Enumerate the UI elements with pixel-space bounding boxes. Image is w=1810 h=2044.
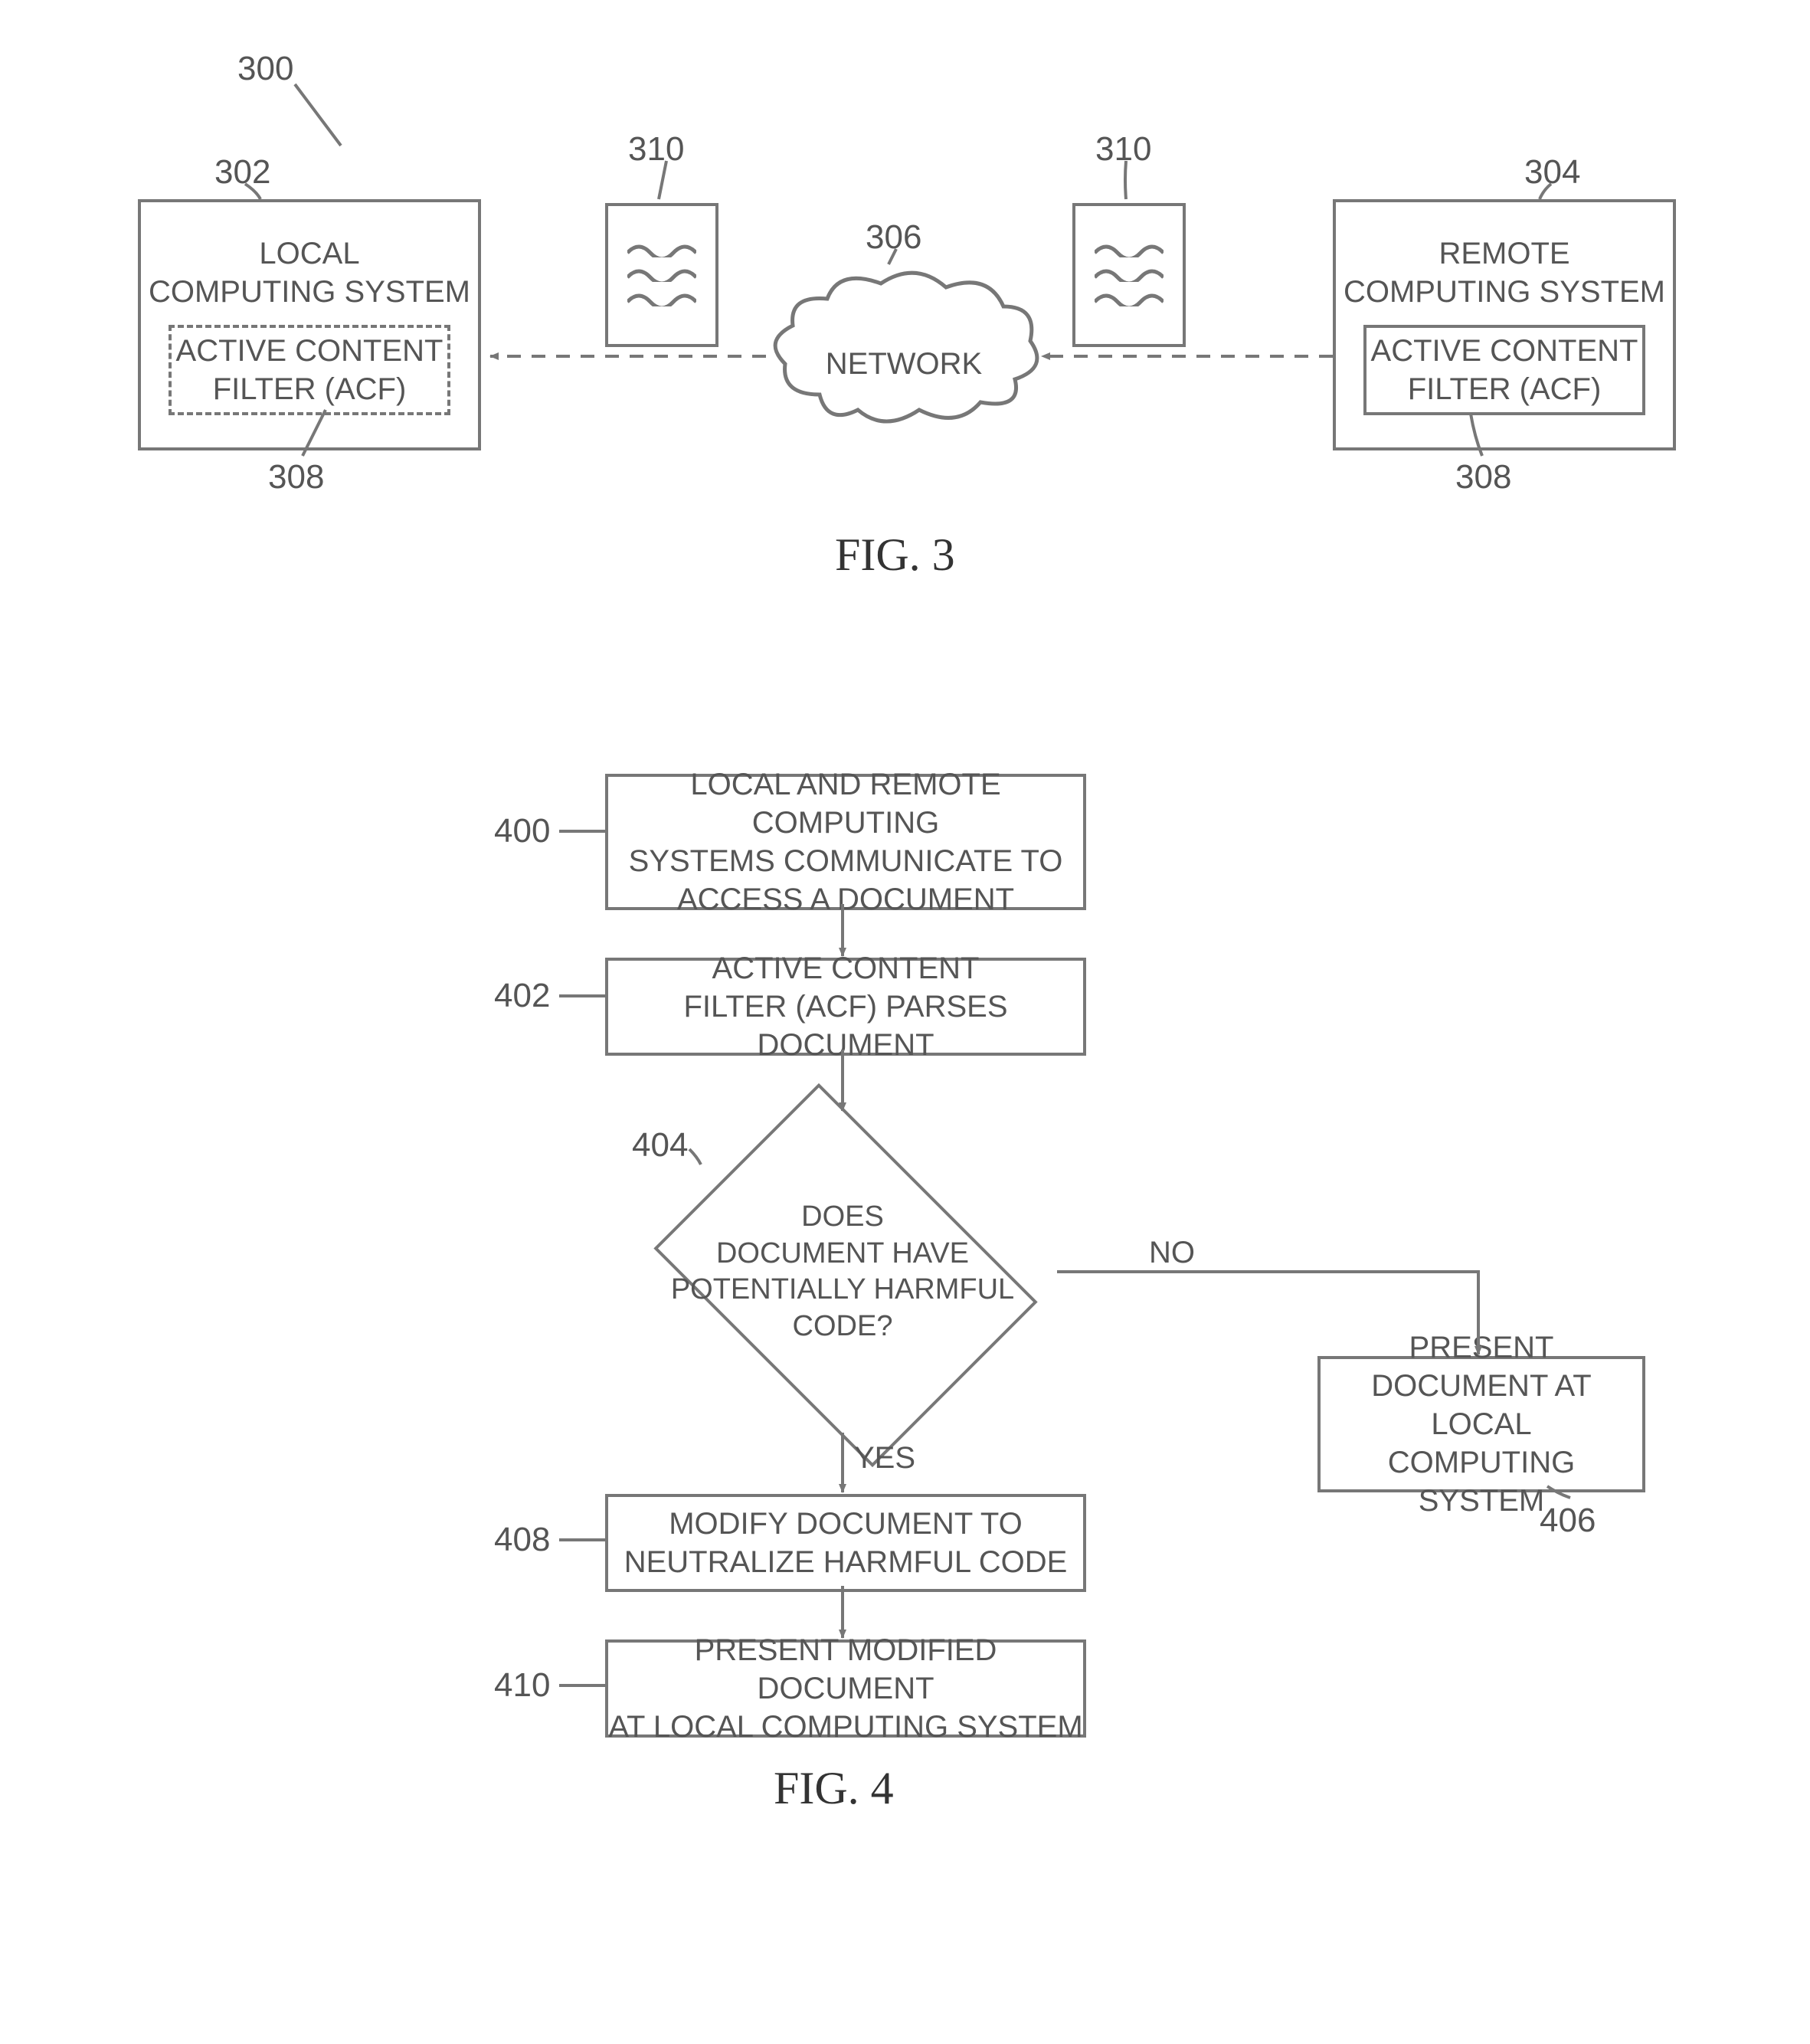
step-406-box: PRESENT DOCUMENT AT LOCAL COMPUTING SYST… <box>1317 1356 1645 1492</box>
ref-310-left: 310 <box>628 130 684 169</box>
document-icon-right <box>1072 203 1186 347</box>
local-acf-box: ACTIVE CONTENT FILTER (ACF) <box>169 325 450 415</box>
step-410-box: PRESENT MODIFIED DOCUMENT AT LOCAL COMPU… <box>605 1639 1086 1738</box>
remote-acf-label: ACTIVE CONTENT FILTER (ACF) <box>1371 332 1638 408</box>
wave-icon <box>1095 244 1164 257</box>
network-label: NETWORK <box>766 345 1042 383</box>
wave-icon <box>1095 293 1164 306</box>
local-computing-system-title: LOCAL COMPUTING SYSTEM <box>149 234 470 311</box>
ref-408: 408 <box>494 1521 550 1559</box>
step-408-box: MODIFY DOCUMENT TO NEUTRALIZE HARMFUL CO… <box>605 1494 1086 1592</box>
ref-306: 306 <box>866 218 921 257</box>
step-400-text: LOCAL AND REMOTE COMPUTING SYSTEMS COMMU… <box>608 765 1083 919</box>
step-402-text: ACTIVE CONTENT FILTER (ACF) PARSES DOCUM… <box>608 949 1083 1064</box>
wave-icon <box>627 244 696 257</box>
ref-300: 300 <box>237 50 293 88</box>
wave-icon <box>627 293 696 306</box>
ref-308-left: 308 <box>268 458 324 496</box>
remote-computing-system-title: REMOTE COMPUTING SYSTEM <box>1344 234 1665 311</box>
ref-310-right: 310 <box>1095 130 1151 169</box>
step-406-text: PRESENT DOCUMENT AT LOCAL COMPUTING SYST… <box>1321 1328 1642 1520</box>
ref-302: 302 <box>214 153 270 192</box>
lead-300 <box>295 84 341 146</box>
decision-404-text: DOES DOCUMENT HAVE POTENTIALLY HARMFUL C… <box>671 1199 1014 1345</box>
decision-yes-label: YES <box>854 1439 915 1477</box>
decision-404: DOES DOCUMENT HAVE POTENTIALLY HARMFUL C… <box>628 1111 1057 1433</box>
ref-308-right: 308 <box>1455 458 1511 496</box>
page: 300 302 LOCAL COMPUTING SYSTEM ACTIVE CO… <box>0 0 1810 2044</box>
decision-no-label: NO <box>1149 1233 1195 1272</box>
step-408-text: MODIFY DOCUMENT TO NEUTRALIZE HARMFUL CO… <box>624 1505 1068 1581</box>
local-acf-label: ACTIVE CONTENT FILTER (ACF) <box>176 332 443 408</box>
ref-304: 304 <box>1524 153 1580 192</box>
wave-icon <box>1095 268 1164 282</box>
fig3-caption: FIG. 3 <box>835 529 955 581</box>
wave-icon <box>627 268 696 282</box>
ref-410: 410 <box>494 1666 550 1705</box>
step-410-text: PRESENT MODIFIED DOCUMENT AT LOCAL COMPU… <box>608 1631 1083 1746</box>
local-computing-system: LOCAL COMPUTING SYSTEM ACTIVE CONTENT FI… <box>138 199 481 450</box>
fig4-caption: FIG. 4 <box>774 1762 894 1815</box>
network-cloud: NETWORK <box>766 264 1042 433</box>
ref-402: 402 <box>494 977 550 1015</box>
ref-400: 400 <box>494 812 550 850</box>
remote-computing-system: REMOTE COMPUTING SYSTEM ACTIVE CONTENT F… <box>1333 199 1676 450</box>
step-400-box: LOCAL AND REMOTE COMPUTING SYSTEMS COMMU… <box>605 774 1086 910</box>
remote-acf-box: ACTIVE CONTENT FILTER (ACF) <box>1363 325 1645 415</box>
step-402-box: ACTIVE CONTENT FILTER (ACF) PARSES DOCUM… <box>605 958 1086 1056</box>
ref-406: 406 <box>1540 1502 1596 1540</box>
document-icon-left <box>605 203 718 347</box>
